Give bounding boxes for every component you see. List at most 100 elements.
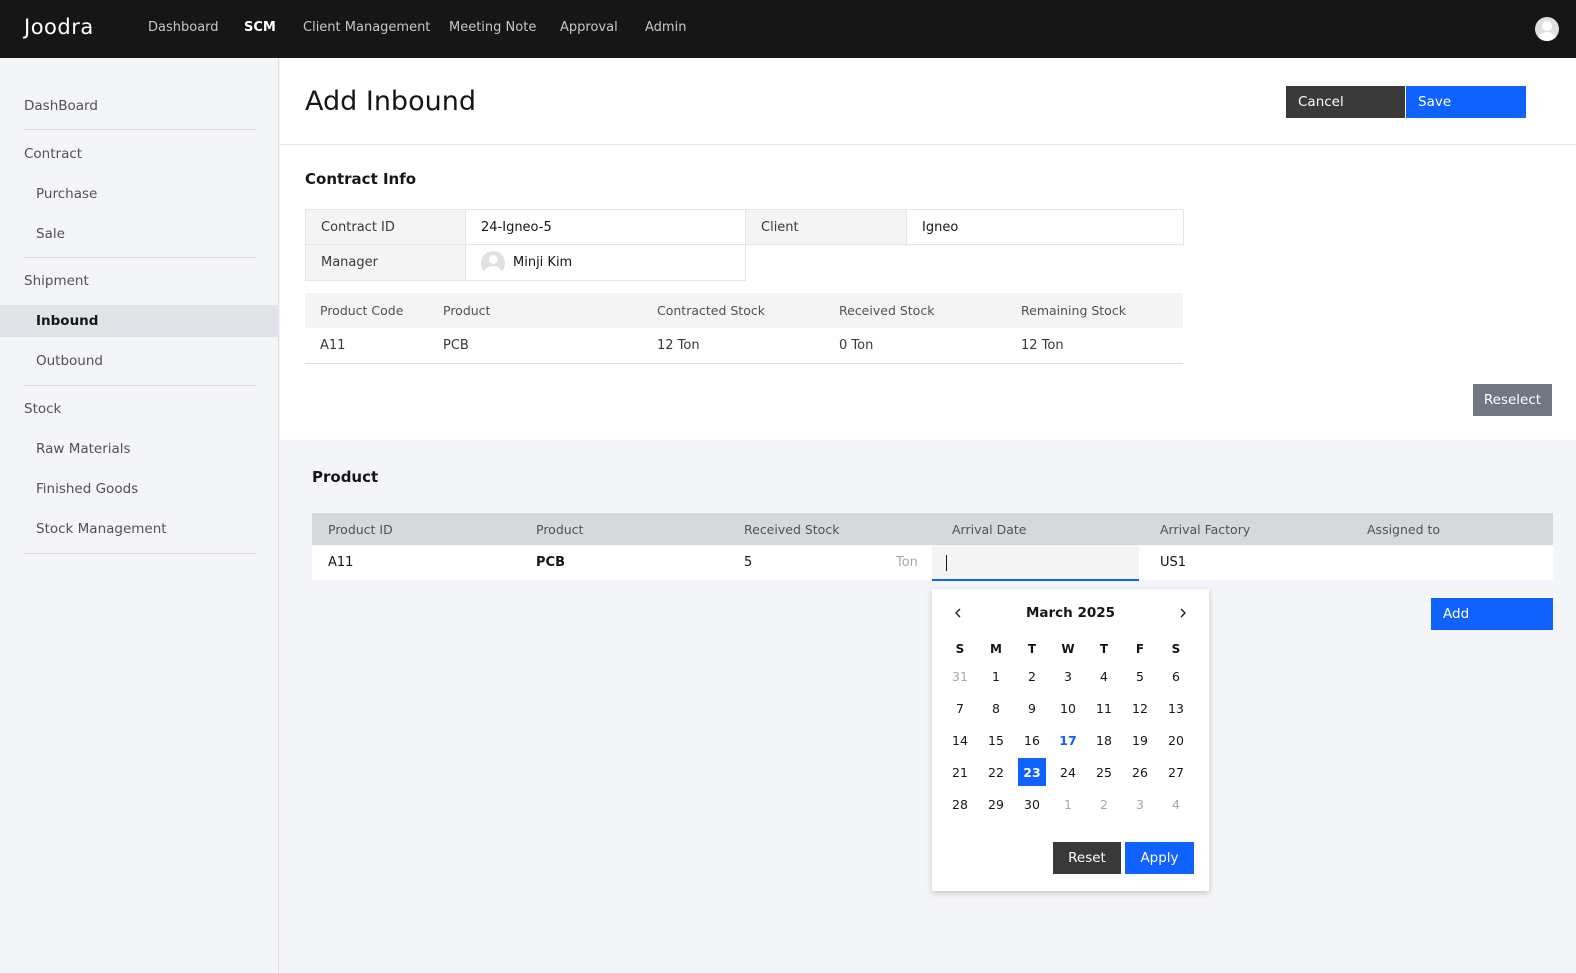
column-header: Product Code [320, 303, 404, 318]
arrival-factory-select[interactable]: US1 [1160, 555, 1186, 570]
sidebar-item-finished-goods[interactable]: Finished Goods [36, 481, 138, 497]
calendar-day[interactable]: 10 [1054, 694, 1082, 722]
calendar-day[interactable]: 1 [982, 662, 1010, 690]
table-cell: PCB [443, 338, 469, 353]
weekday-label: T [1027, 642, 1037, 656]
calendar-day-outside-month[interactable]: 4 [1162, 790, 1190, 818]
calendar-day[interactable]: 16 [1018, 726, 1046, 754]
weekday-label: M [990, 642, 1002, 656]
column-header: Received Stock [839, 303, 935, 318]
calendar-day-outside-month[interactable]: 2 [1090, 790, 1118, 818]
calendar-day[interactable]: 12 [1126, 694, 1154, 722]
calendar-day[interactable]: 2 [1018, 662, 1046, 690]
nav-dashboard[interactable]: Dashboard [148, 20, 219, 35]
calendar-month-label: March 2025 [1025, 605, 1116, 621]
weekday-label: W [1061, 642, 1075, 656]
calendar-day[interactable]: 30 [1018, 790, 1046, 818]
header-divider [280, 144, 1576, 145]
product-id-cell: A11 [328, 555, 354, 570]
client-value: Igneo [906, 209, 1184, 245]
calendar-day[interactable]: 15 [982, 726, 1010, 754]
text-cursor [946, 555, 947, 571]
sidebar-item-purchase[interactable]: Purchase [36, 186, 97, 202]
table-cell: A11 [320, 338, 346, 353]
page-title: Add Inbound [305, 86, 476, 117]
calendar-day-selected[interactable]: 23 [1018, 758, 1046, 786]
unit-label: Ton [896, 555, 918, 570]
reset-button[interactable]: Reset [1053, 842, 1121, 874]
sidebar-item-dashboard[interactable]: DashBoard [24, 98, 98, 114]
reselect-button[interactable]: Reselect [1473, 384, 1552, 416]
sidebar-divider [24, 553, 256, 554]
calendar-day[interactable]: 6 [1162, 662, 1190, 690]
calendar-day[interactable]: 29 [982, 790, 1010, 818]
sidebar-item-stock-management[interactable]: Stock Management [36, 521, 167, 537]
calendar-day-outside-month[interactable]: 3 [1126, 790, 1154, 818]
calendar-day[interactable]: 18 [1090, 726, 1118, 754]
calendar-day[interactable]: 20 [1162, 726, 1190, 754]
calendar-day[interactable]: 11 [1090, 694, 1118, 722]
column-header: Arrival Date [952, 522, 1027, 537]
calendar-day[interactable]: 19 [1126, 726, 1154, 754]
manager-name: Minji Kim [513, 255, 573, 270]
contract-id-label: Contract ID [305, 209, 466, 245]
top-navbar: Joodra Dashboard SCM Client Management M… [0, 0, 1576, 58]
cancel-button[interactable]: Cancel [1286, 86, 1405, 118]
calendar-day[interactable]: 3 [1054, 662, 1082, 690]
manager-label: Manager [305, 244, 466, 281]
nav-admin[interactable]: Admin [645, 20, 686, 35]
calendar-day[interactable]: 14 [946, 726, 974, 754]
arrival-date-input[interactable] [932, 545, 1139, 581]
calendar-day[interactable]: 8 [982, 694, 1010, 722]
table-row: A11 PCB 12 Ton 0 Ton 12 Ton [305, 328, 1183, 364]
calendar-day[interactable]: 21 [946, 758, 974, 786]
calendar-day-outside-month[interactable]: 1 [1054, 790, 1082, 818]
sidebar: DashBoard Contract Purchase Sale Shipmen… [0, 58, 279, 973]
sidebar-item-outbound[interactable]: Outbound [36, 353, 103, 369]
table-cell: 12 Ton [657, 338, 700, 353]
product-section-title: Product [312, 468, 379, 486]
sidebar-item-raw-materials[interactable]: Raw Materials [36, 441, 131, 457]
calendar-day[interactable]: 9 [1018, 694, 1046, 722]
calendar-day[interactable]: 24 [1054, 758, 1082, 786]
product-table-header: Product ID Product Received Stock Arriva… [312, 513, 1553, 545]
calendar-day[interactable]: 27 [1162, 758, 1190, 786]
received-stock-input[interactable]: 5 [744, 555, 752, 570]
calendar-day[interactable]: 28 [946, 790, 974, 818]
column-header: Product ID [328, 522, 393, 537]
save-button[interactable]: Save [1406, 86, 1526, 118]
nav-meeting-note[interactable]: Meeting Note [449, 20, 536, 35]
nav-client-management[interactable]: Client Management [303, 20, 430, 35]
calendar-day[interactable]: 17 [1054, 726, 1082, 754]
calendar-day[interactable]: 4 [1090, 662, 1118, 690]
sidebar-item-sale[interactable]: Sale [36, 226, 65, 242]
calendar-day[interactable]: 13 [1162, 694, 1190, 722]
sidebar-item-inbound[interactable]: Inbound [36, 313, 98, 329]
app-logo[interactable]: Joodra [24, 15, 94, 39]
column-header: Remaining Stock [1021, 303, 1126, 318]
weekday-label: T [1099, 642, 1109, 656]
apply-button[interactable]: Apply [1125, 842, 1194, 874]
column-header: Arrival Factory [1160, 522, 1251, 537]
calendar-day-outside-month[interactable]: 31 [946, 662, 974, 690]
calendar-day[interactable]: 26 [1126, 758, 1154, 786]
add-button[interactable]: Add [1431, 598, 1553, 630]
manager-value: Minji Kim [465, 244, 746, 281]
column-header: Product [536, 522, 584, 537]
sidebar-group-stock[interactable]: Stock [24, 401, 61, 417]
sidebar-group-shipment[interactable]: Shipment [24, 273, 89, 289]
sidebar-group-contract[interactable]: Contract [24, 146, 82, 162]
nav-scm[interactable]: SCM [244, 20, 276, 35]
calendar-day[interactable]: 5 [1126, 662, 1154, 690]
next-month-icon[interactable] [1169, 599, 1197, 627]
table-cell: 0 Ton [839, 338, 874, 353]
nav-approval[interactable]: Approval [560, 20, 618, 35]
calendar-day[interactable]: 7 [946, 694, 974, 722]
table-cell: 12 Ton [1021, 338, 1064, 353]
client-label: Client [745, 209, 907, 245]
user-avatar-icon[interactable] [1535, 17, 1559, 41]
sidebar-divider [24, 257, 256, 258]
calendar-day[interactable]: 25 [1090, 758, 1118, 786]
weekday-label: S [1171, 642, 1181, 656]
calendar-day[interactable]: 22 [982, 758, 1010, 786]
